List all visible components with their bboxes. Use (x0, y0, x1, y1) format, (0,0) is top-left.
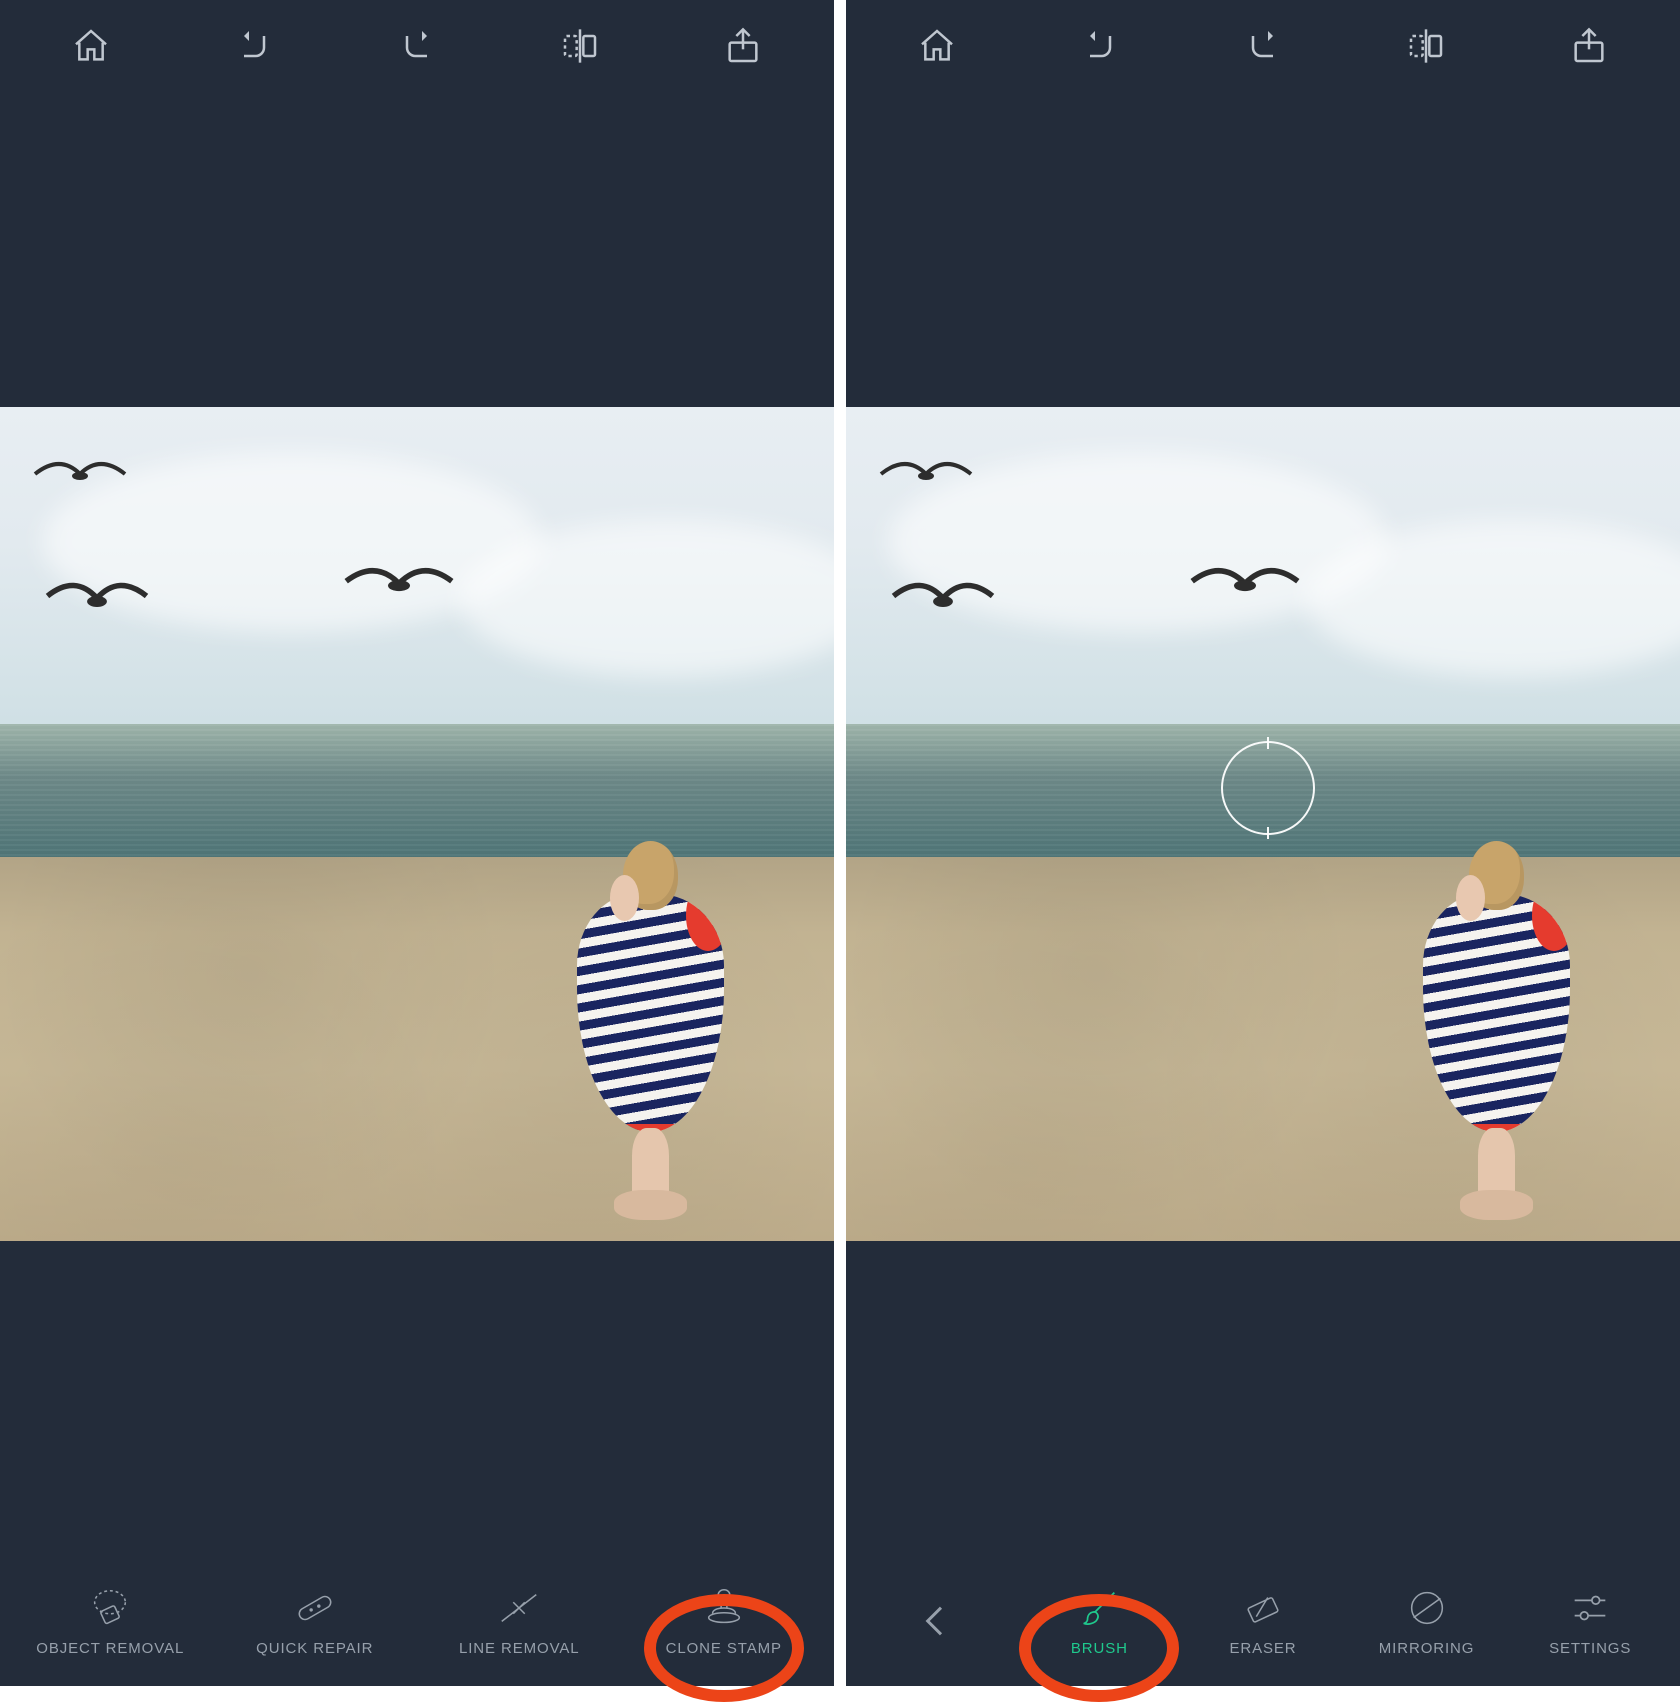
tool-label: OBJECT REMOVAL (36, 1640, 184, 1657)
undo-icon[interactable] (1064, 10, 1136, 82)
home-icon[interactable] (55, 10, 127, 82)
bird (888, 574, 998, 629)
tool-label: ERASER (1229, 1640, 1296, 1657)
share-icon[interactable] (707, 10, 779, 82)
image-canvas[interactable] (0, 92, 834, 1556)
tool-line-removal[interactable]: LINE REMOVAL (417, 1586, 622, 1657)
redo-icon[interactable] (1227, 10, 1299, 82)
compare-icon[interactable] (544, 10, 616, 82)
tool-object-removal[interactable]: OBJECT REMOVAL (8, 1586, 213, 1657)
stamp-icon (701, 1586, 747, 1630)
eraser-icon (1240, 1586, 1286, 1630)
tool-label: BRUSH (1071, 1640, 1128, 1657)
tool-quick-repair[interactable]: QUICK REPAIR (213, 1586, 418, 1657)
tool-brush[interactable]: BRUSH (1018, 1586, 1182, 1657)
bird (25, 449, 135, 499)
top-toolbar (0, 0, 834, 92)
tool-mirroring[interactable]: MIRRORING (1345, 1586, 1509, 1657)
compare-icon[interactable] (1390, 10, 1462, 82)
left-screen: OBJECT REMOVAL QUICK REPAIR LINE REMOVAL (0, 0, 834, 1686)
tool-bar: OBJECT REMOVAL QUICK REPAIR LINE REMOVAL (0, 1556, 834, 1686)
redo-icon[interactable] (381, 10, 453, 82)
child-subject (1405, 841, 1588, 1225)
tool-bar: BRUSH ERASER MIRRORING SETTINGS (846, 1556, 1680, 1686)
tool-clone-stamp[interactable]: CLONE STAMP (622, 1586, 827, 1657)
tool-label: MIRRORING (1379, 1640, 1475, 1657)
tool-label: LINE REMOVAL (459, 1640, 580, 1657)
mirror-icon (1404, 1586, 1450, 1630)
bird (871, 449, 981, 499)
bird (334, 557, 464, 612)
bird (1180, 557, 1310, 612)
child-subject (559, 841, 742, 1225)
tool-label: SETTINGS (1549, 1640, 1631, 1657)
line-cut-icon (496, 1586, 542, 1630)
sliders-icon (1567, 1586, 1613, 1630)
lasso-eraser-icon (87, 1586, 133, 1630)
bird (42, 574, 152, 629)
bandage-icon (292, 1586, 338, 1630)
undo-icon[interactable] (218, 10, 290, 82)
home-icon[interactable] (901, 10, 973, 82)
top-toolbar (846, 0, 1680, 92)
brush-icon (1076, 1586, 1122, 1630)
tool-eraser[interactable]: ERASER (1181, 1586, 1345, 1657)
back-button[interactable] (854, 1601, 1018, 1641)
tool-settings[interactable]: SETTINGS (1508, 1586, 1672, 1657)
share-icon[interactable] (1553, 10, 1625, 82)
right-screen: BRUSH ERASER MIRRORING SETTINGS (846, 0, 1680, 1686)
tool-label: QUICK REPAIR (256, 1640, 373, 1657)
clone-source-target[interactable] (1221, 741, 1315, 835)
image-canvas[interactable] (846, 92, 1680, 1556)
tool-label: CLONE STAMP (666, 1640, 782, 1657)
